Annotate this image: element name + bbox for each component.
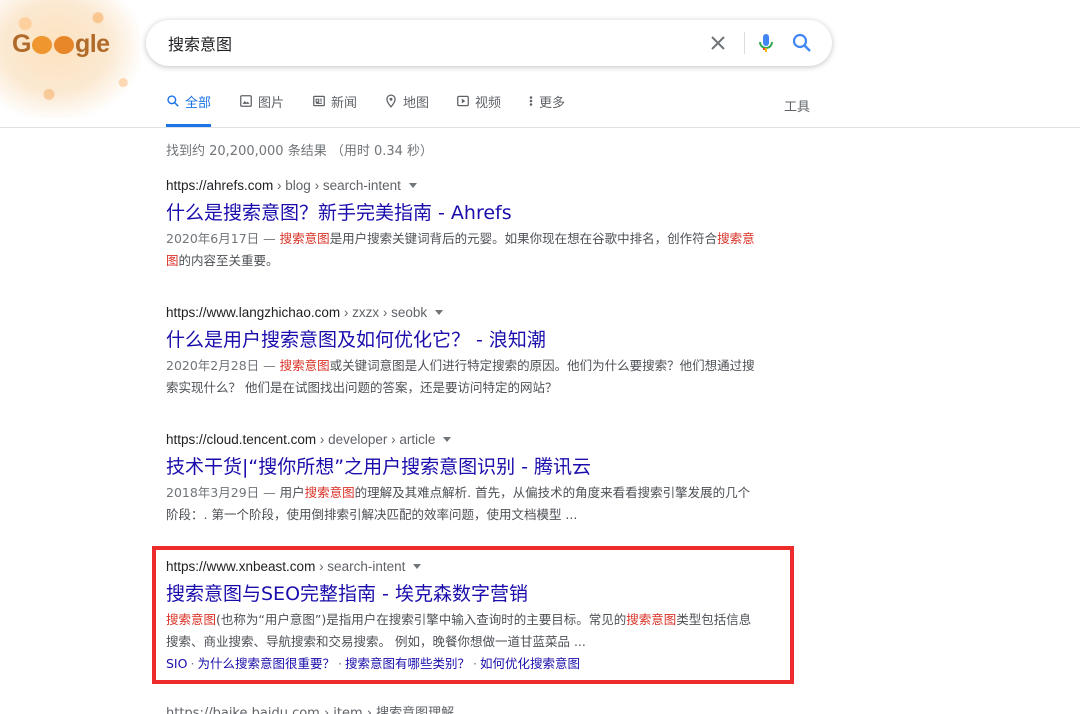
search-result: https://www.langzhichao.com › zxzx › seo… [166,303,766,399]
snippet-date: 2020年2月28日 — [166,358,280,373]
pumpkin-icon [31,36,52,54]
cite-path: › blog › search-intent [273,178,401,193]
tab-maps[interactable]: 地图 [384,92,429,127]
result-title[interactable]: 什么是搜索意图？新手完美指南 - Ahrefs [166,198,766,228]
snippet-highlight: 搜索意图 [304,485,355,500]
logo-suffix: gle [74,30,110,58]
partial-result-cite[interactable]: https://baike.baidu.com › item › 搜索意图理解 [166,704,454,714]
snippet-text: 用户 [279,485,305,500]
search-box[interactable] [146,20,832,66]
header: Ggle 全部 图片 新闻 [0,0,1080,128]
cite-path: › zxzx › seobk [340,305,428,320]
search-icon [167,95,179,107]
result-snippet: 2020年2月28日 — 搜索意图或关键词意图是人们进行特定搜索的原因。他们为什… [166,355,762,399]
chevron-down-icon[interactable] [443,437,452,442]
tab-videos[interactable]: 视频 [456,92,501,127]
snippet-date: 2020年6月17日 — [166,231,280,246]
snippet-highlight: 搜索意图 [279,358,330,373]
search-result: https://ahrefs.com › blog › search-inten… [166,176,766,272]
close-icon[interactable] [706,31,730,55]
video-icon [457,95,469,107]
result-cite[interactable]: https://www.langzhichao.com › zxzx › seo… [166,303,766,323]
snippet-text: 是用户搜索关键词背后的元婴。如果你现在想在谷歌中排名，创作符合 [329,231,718,246]
snippet-date: 2018年3月29日 — [166,485,280,500]
snippet-highlight: 搜索意图 [279,231,330,246]
map-pin-icon [386,94,396,108]
tab-news[interactable]: 新闻 [312,92,357,127]
snippet-text: 的内容至关重要。 [178,253,279,268]
microphone-icon[interactable] [754,31,778,55]
search-input[interactable] [168,20,688,66]
search-result: https://cloud.tencent.com › developer › … [166,430,766,526]
google-logo[interactable]: Ggle [12,30,110,59]
tab-label: 地图 [403,96,430,111]
tab-more[interactable]: 更多 [528,92,565,127]
cite-path: › developer › article [316,432,436,447]
tab-label: 更多 [539,96,566,111]
chevron-down-icon[interactable] [408,183,417,188]
annotation-highlight-box [152,546,794,684]
result-stats: 找到约 20,200,000 条结果 （用时 0.34 秒） [166,144,434,159]
logo-prefix: G [12,30,31,58]
tab-label: 视频 [475,96,502,111]
search-icon[interactable] [790,31,814,55]
news-icon [313,95,325,107]
tab-images[interactable]: 图片 [239,92,284,127]
search-divider [744,32,745,54]
doodle-background[interactable] [0,0,140,118]
tab-all[interactable]: 全部 [166,92,212,127]
cite-domain: https://ahrefs.com [166,178,274,193]
tab-label: 新闻 [331,96,358,111]
result-cite[interactable]: https://cloud.tencent.com › developer › … [166,430,766,450]
result-snippet: 2020年6月17日 — 搜索意图是用户搜索关键词背后的元婴。如果你现在想在谷歌… [166,228,762,272]
pumpkin-icon [53,36,74,54]
more-vert-icon [529,96,533,106]
tab-label: 图片 [258,96,285,111]
chevron-down-icon[interactable] [435,310,444,315]
result-cite[interactable]: https://ahrefs.com › blog › search-inten… [166,176,766,196]
result-snippet: 2018年3月29日 — 用户搜索意图的理解及其难点解析. 首先，从偏技术的角度… [166,482,762,526]
cite-domain: https://cloud.tencent.com [166,432,317,447]
result-title[interactable]: 技术干货|“搜你所想”之用户搜索意图识别 - 腾讯云 [166,452,766,482]
tab-label: 全部 [185,96,212,111]
result-title[interactable]: 什么是用户搜索意图及如何优化它？ - 浪知潮 [166,325,766,355]
tools-button[interactable]: 工具 [784,96,810,115]
cite-domain: https://www.langzhichao.com [166,305,341,320]
image-icon [240,95,252,107]
